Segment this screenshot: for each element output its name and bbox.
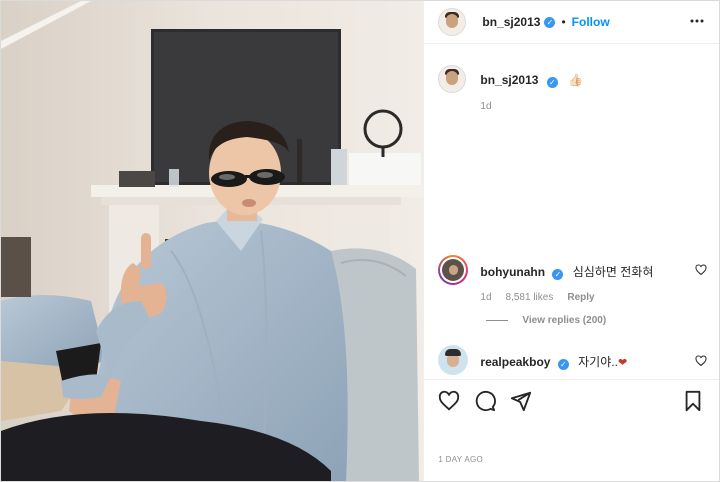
commenter-username[interactable]: bohyunahn	[480, 265, 545, 279]
comment-like-heart-icon[interactable]	[695, 264, 707, 276]
reply-button[interactable]: Reply	[567, 292, 594, 303]
caption: bn_sj2013 ✓ 👍🏻 1d	[438, 65, 583, 112]
more-options-icon[interactable]	[689, 13, 705, 29]
comment-item: bohyunahn ✓ 심심하면 전화혀 1d 8,581 likes Repl…	[438, 255, 653, 303]
action-bar	[424, 379, 720, 424]
caption-username[interactable]: bn_sj2013	[480, 73, 538, 87]
author-username[interactable]: bn_sj2013	[482, 15, 540, 29]
verified-badge-icon: ✓	[552, 269, 564, 280]
paper-plane-icon[interactable]	[510, 390, 532, 412]
author-avatar[interactable]	[438, 8, 467, 36]
replies-divider	[486, 320, 509, 321]
header-separator: •	[561, 15, 566, 29]
heart-emoji: ❤	[617, 357, 628, 369]
view-replies-button[interactable]: View replies (200)	[486, 315, 606, 326]
comment-likes[interactable]: 8,581 likes	[506, 292, 554, 303]
commenter-avatar[interactable]	[438, 255, 469, 285]
verified-badge-icon: ✓	[557, 359, 569, 370]
post-date[interactable]: 1 DAY AGO	[438, 455, 483, 464]
heart-outline-icon[interactable]	[438, 390, 460, 412]
caption-avatar[interactable]	[438, 65, 467, 93]
comment-text: 자기야..	[578, 355, 618, 369]
view-replies-label: View replies (200)	[522, 315, 607, 326]
comment-text: 심심하면 전화혀	[572, 265, 654, 279]
caption-timestamp[interactable]: 1d	[480, 101, 583, 112]
photo-illustration	[1, 1, 424, 481]
post-header: bn_sj2013 ✓ • Follow	[424, 1, 720, 44]
verified-badge-icon: ✓	[544, 16, 556, 28]
commenter-avatar[interactable]	[438, 345, 469, 375]
commenter-username[interactable]: realpeakboy	[480, 355, 550, 369]
follow-button[interactable]: Follow	[572, 15, 610, 29]
bookmark-icon[interactable]	[682, 390, 704, 412]
post-side-panel: bn_sj2013 ✓ • Follow bn_sj2013 ✓ 👍🏻 1d b…	[423, 1, 720, 481]
caption-text: 👍🏻	[568, 73, 584, 87]
post-photo[interactable]	[1, 1, 424, 481]
comment-item: realpeakboy ✓ 자기야..❤	[438, 345, 627, 375]
comment-timestamp[interactable]: 1d	[480, 292, 491, 303]
instagram-post: bn_sj2013 ✓ • Follow bn_sj2013 ✓ 👍🏻 1d b…	[0, 0, 720, 482]
comment-bubble-icon[interactable]	[474, 390, 497, 412]
verified-badge-icon: ✓	[546, 77, 558, 88]
comment-like-heart-icon[interactable]	[695, 355, 707, 367]
